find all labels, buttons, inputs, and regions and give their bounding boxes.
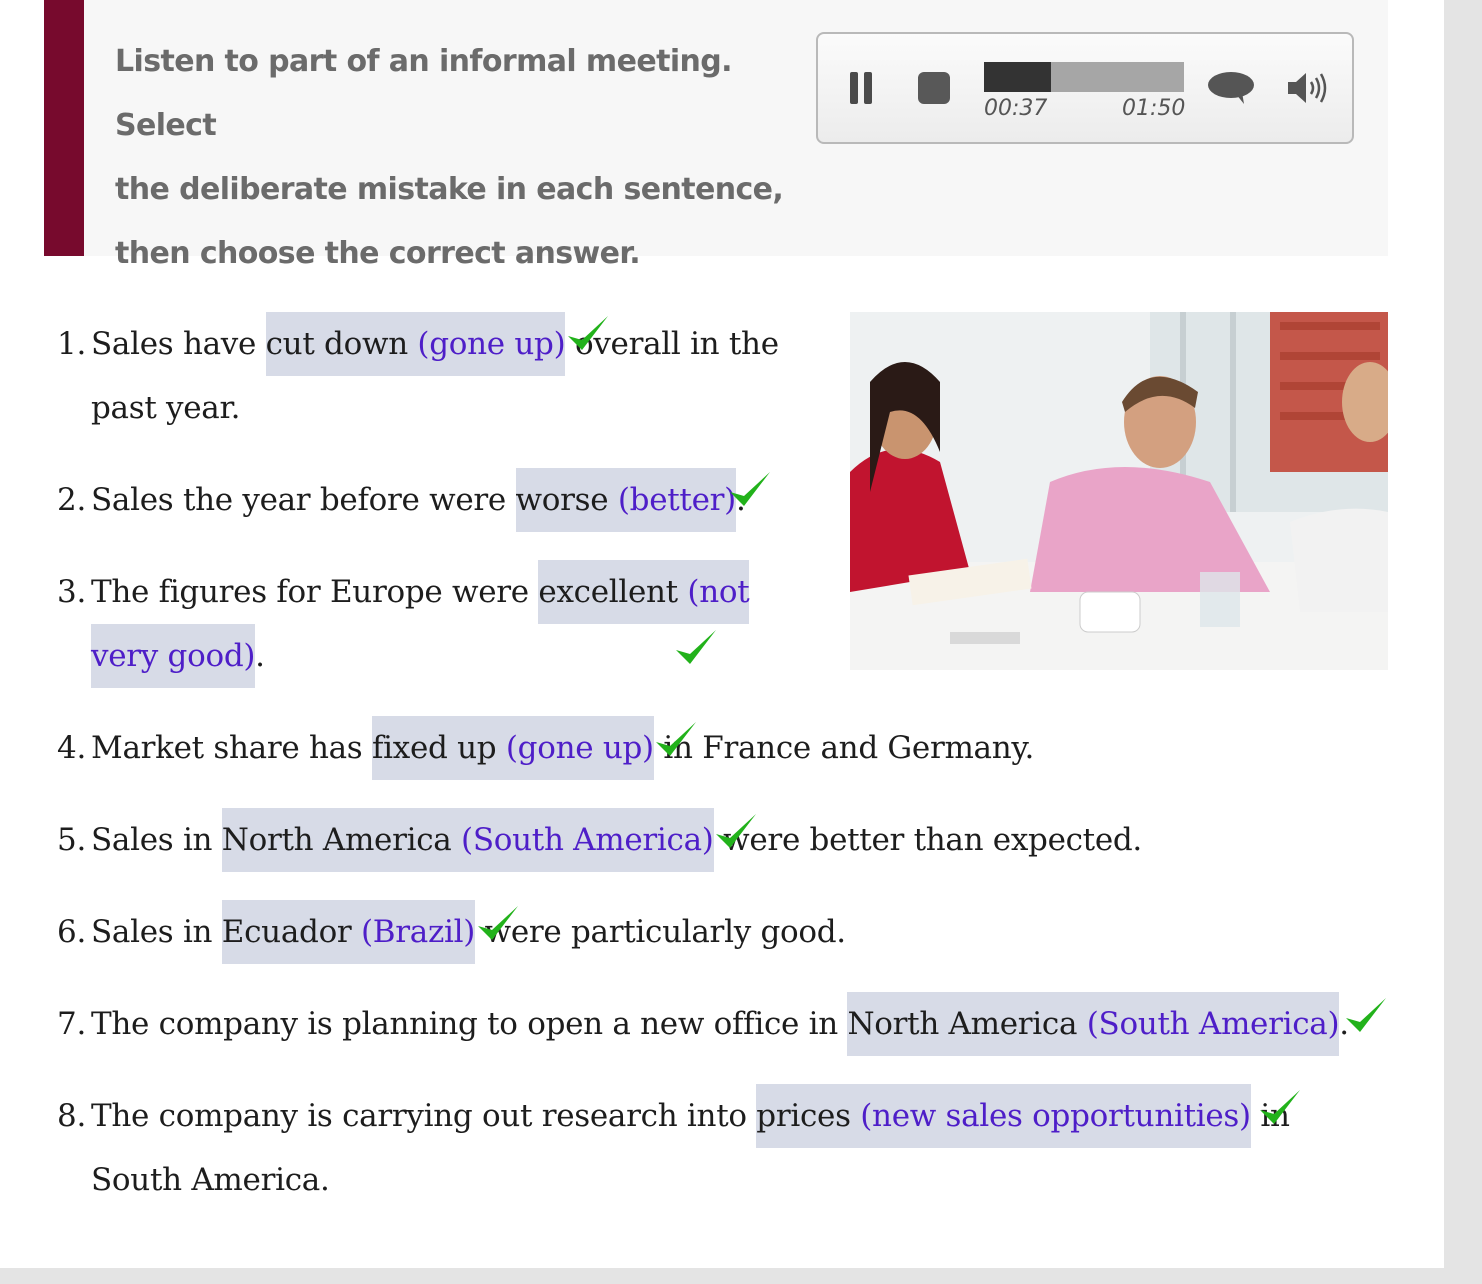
checkmark-icon (730, 472, 770, 506)
sentence-text: were better than expected. (713, 822, 1142, 858)
mistake-text: North America (847, 1006, 1078, 1042)
sentence-text: in France and Germany. (653, 730, 1035, 766)
correction-text: (new sales opportunities) (860, 1098, 1251, 1134)
stop-icon[interactable] (918, 72, 950, 104)
answer-highlight[interactable]: cut down (gone up) (265, 312, 566, 376)
instruction-line: then choose the correct answer. (115, 236, 641, 271)
answer-highlight[interactable]: fixed up (gone up) (371, 716, 654, 780)
checkmark-icon (1260, 1090, 1300, 1124)
answer-highlight[interactable]: North America (South America) (847, 992, 1340, 1056)
mistake-text: worse (515, 482, 609, 518)
sentence-text: The company is carrying out research int… (91, 1098, 757, 1134)
instruction-line: the deliberate mistake in each sentence, (115, 172, 784, 207)
correction-text: (not (687, 574, 750, 610)
instruction-text: Listen to part of an informal meeting. S… (115, 30, 795, 286)
sentence-text: past year. (91, 390, 241, 426)
correction-text: (gone up) (505, 730, 654, 766)
exercise-page: Listen to part of an informal meeting. S… (0, 0, 1444, 1268)
sentence-text: Sales in (91, 914, 222, 950)
question-number: 7. (57, 1006, 86, 1042)
answer-highlight[interactable]: Ecuador (Brazil) (221, 900, 476, 964)
correction-text[interactable]: very good) (91, 624, 255, 688)
checkmark-icon (676, 630, 716, 664)
mistake-text: cut down (265, 326, 409, 362)
question-number: 5. (57, 822, 86, 858)
total-time: 01:50 (1122, 96, 1186, 121)
question-number: 2. (57, 482, 86, 518)
checkmark-icon (478, 906, 518, 940)
accent-bar (44, 0, 84, 256)
correction-text: (gone up) (417, 326, 566, 362)
instruction-line: Listen to part of an informal meeting. S… (115, 44, 733, 143)
mistake-text: excellent (538, 574, 678, 610)
question-number: 3. (57, 574, 86, 610)
sentence-text: Market share has (91, 730, 372, 766)
correction-text: (South America) (1086, 1006, 1340, 1042)
progress-bar[interactable] (984, 62, 1184, 92)
answer-highlight[interactable]: North America (South America) (221, 808, 714, 872)
checkmark-icon (716, 814, 756, 848)
speech-bubble-icon[interactable] (1206, 70, 1256, 106)
checkmark-icon (656, 722, 696, 756)
correction-text: (better) (617, 482, 736, 518)
mistake-text: fixed up (371, 730, 497, 766)
answer-highlight[interactable]: excellent (not (538, 560, 750, 624)
checkmark-icon (568, 316, 608, 350)
mistake-text: Ecuador (221, 914, 352, 950)
answer-highlight[interactable]: worse (better) (515, 468, 736, 532)
mistake-text: prices (756, 1098, 851, 1134)
sentence-text: The company is planning to open a new of… (91, 1006, 848, 1042)
elapsed-time: 00:37 (984, 96, 1048, 121)
sentence-text: . (255, 638, 265, 674)
mistake-text: North America (221, 822, 452, 858)
speaker-icon[interactable] (1284, 68, 1330, 108)
audio-player: 00:37 01:50 (816, 32, 1354, 144)
sentence-text: were particularly good. (475, 914, 847, 950)
question-number: 8. (57, 1098, 86, 1134)
sentence-text: Sales have (91, 326, 266, 362)
question-number: 6. (57, 914, 86, 950)
pause-icon[interactable] (850, 72, 874, 104)
sentence-text: South America. (91, 1162, 330, 1198)
answer-highlight[interactable]: prices (new sales opportunities) (756, 1084, 1251, 1148)
correction-text: (Brazil) (361, 914, 476, 950)
sentence-text: Sales in (91, 822, 222, 858)
question-number: 1. (57, 326, 86, 362)
sentence-text: The figures for Europe were (91, 574, 539, 610)
progress-fill (984, 62, 1052, 92)
sentence-text: Sales the year before were (91, 482, 516, 518)
checkmark-icon (1346, 998, 1386, 1032)
correction-text: (South America) (461, 822, 714, 858)
meeting-photo (850, 312, 1388, 670)
question-number: 4. (57, 730, 86, 766)
